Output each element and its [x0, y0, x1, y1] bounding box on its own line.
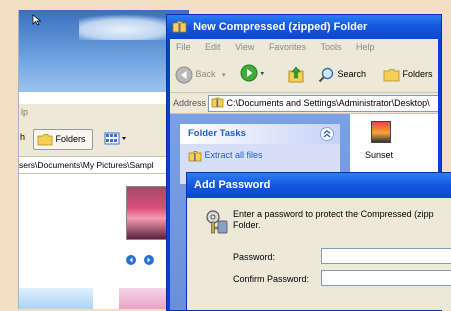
add-password-dialog[interactable]: Add Password Enter a password to protect…: [186, 172, 451, 310]
background-menu-help-fragment[interactable]: lp: [21, 107, 28, 117]
menu-tools[interactable]: Tools: [320, 42, 341, 52]
search-button[interactable]: Search: [317, 64, 366, 84]
search-label: Search: [337, 69, 367, 79]
dialog-message-line1: Enter a password to protect the Compress…: [233, 209, 434, 219]
extract-folder-icon: [188, 150, 202, 161]
background-menu-bar[interactable]: lp: [19, 104, 189, 120]
forward-button[interactable]: ▾: [240, 64, 264, 84]
address-bar: Address C:\Documents and Settings\Admini…: [170, 93, 438, 114]
address-value: C:\Documents and Settings\Administrator\…: [226, 98, 430, 108]
file-item-sunset[interactable]: Sunset: [350, 114, 410, 164]
key-lock-icon: [206, 210, 228, 234]
sunset-thumbnail[interactable]: [126, 186, 168, 240]
file-name: Sunset: [365, 150, 394, 160]
menu-view[interactable]: View: [235, 42, 254, 52]
password-field[interactable]: [321, 248, 451, 264]
folders-label: Folders: [402, 69, 433, 79]
folders-icon: [37, 134, 53, 146]
preview-nav-icons: [126, 255, 154, 265]
folders-icon: [383, 69, 400, 82]
window-title: New Compressed (zipped) Folder: [193, 21, 368, 33]
extract-all-files-link[interactable]: Extract all files: [188, 148, 263, 162]
back-label: Back: [195, 69, 216, 79]
background-views-button[interactable]: [102, 129, 130, 148]
folder-tasks-header[interactable]: Folder Tasks: [180, 124, 340, 144]
background-explorer-window[interactable]: lp h Folders sers\Documents\My Pictures\…: [18, 10, 189, 309]
background-address-text: sers\Documents\My Pictures\Sampl: [19, 160, 154, 170]
blue-thumbnail[interactable]: [19, 288, 93, 309]
zipped-folder-icon: [172, 20, 187, 32]
confirm-password-field[interactable]: [321, 270, 451, 286]
confirm-password-label: Confirm Password:: [233, 274, 310, 284]
back-dropdown-icon[interactable]: ▾: [222, 72, 226, 79]
extract-all-files-label: Extract all files: [204, 150, 263, 160]
zipped-folder-small-icon: [211, 97, 224, 108]
folders-button[interactable]: Folders: [383, 64, 433, 84]
back-button[interactable]: Back ▾: [175, 64, 226, 84]
dialog-message-line2: Folder.: [233, 220, 261, 230]
collapse-chevron-icon[interactable]: [320, 127, 334, 141]
background-window-sky-area: [19, 10, 189, 92]
back-arrow-icon: [175, 66, 193, 84]
folder-tasks-title: Folder Tasks: [188, 128, 246, 139]
address-field[interactable]: C:\Documents and Settings\Administrator\…: [208, 95, 438, 112]
dialog-title: Add Password: [194, 179, 271, 191]
menu-edit[interactable]: Edit: [205, 42, 221, 52]
background-folders-button[interactable]: Folders: [33, 129, 93, 150]
mouse-cursor-icon: [32, 14, 42, 26]
background-folders-label: Folders: [55, 134, 86, 144]
search-icon: [318, 67, 334, 82]
dialog-message: Enter a password to protect the Compress…: [233, 209, 451, 231]
dialog-title-bar[interactable]: Add Password: [187, 173, 451, 198]
views-icon: [104, 132, 126, 145]
menu-favorites[interactable]: Favorites: [269, 42, 306, 52]
background-content-area: [19, 174, 189, 309]
menu-bar: File Edit View Favorites Tools Help: [170, 39, 438, 56]
toolbar: Back ▾ ▾ Search Folders: [170, 56, 438, 93]
forward-arrow-icon: [240, 64, 258, 82]
forward-dropdown-icon[interactable]: ▾: [261, 70, 265, 77]
background-address-bar[interactable]: sers\Documents\My Pictures\Sampl: [19, 157, 189, 174]
image-file-icon: [371, 121, 391, 143]
window-title-bar[interactable]: New Compressed (zipped) Folder: [167, 15, 441, 39]
background-back-fragment[interactable]: h: [20, 132, 25, 142]
password-label: Password:: [233, 252, 276, 262]
menu-help[interactable]: Help: [356, 42, 375, 52]
address-label: Address: [173, 98, 207, 108]
menu-file[interactable]: File: [176, 42, 191, 52]
up-folder-icon[interactable]: [287, 64, 305, 84]
background-toolbar: h Folders: [19, 120, 189, 157]
